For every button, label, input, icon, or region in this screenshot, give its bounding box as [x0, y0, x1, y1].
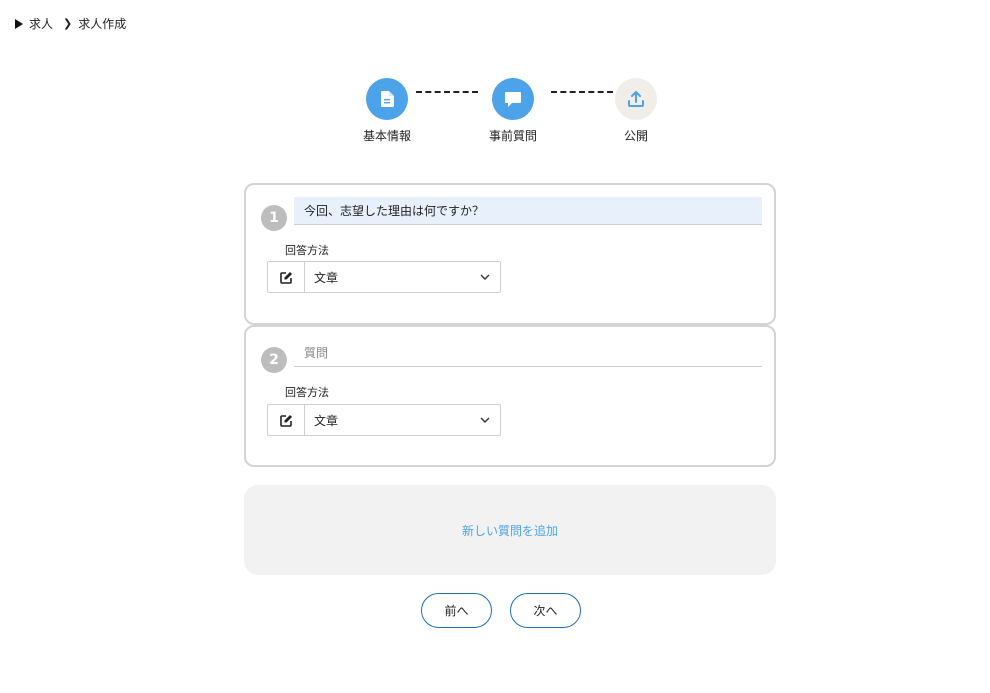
question-number-badge: 2	[261, 347, 287, 373]
step-circle	[366, 78, 408, 120]
progress-stepper: 基本情報 事前質問 公開	[0, 78, 990, 148]
answer-method-value: 文章	[314, 270, 339, 285]
next-button[interactable]: 次へ	[510, 593, 581, 628]
step-circle	[615, 78, 657, 120]
answer-method-select[interactable]: 文章	[267, 261, 501, 293]
step-publish[interactable]: 公開	[591, 78, 681, 144]
chevron-down-icon	[470, 405, 500, 435]
question-text-input[interactable]: 質問	[294, 339, 762, 367]
add-question-button[interactable]: 新しい質問を追加	[244, 485, 776, 575]
answer-method-label: 回答方法	[285, 244, 329, 257]
step-label: 基本情報	[362, 129, 411, 143]
answer-method-value: 文章	[314, 413, 339, 428]
step-label: 公開	[623, 129, 648, 143]
upload-icon	[628, 91, 644, 107]
edit-icon-box	[268, 405, 305, 435]
chevron-right-icon: ❯	[63, 17, 73, 30]
breadcrumb-current: 求人作成	[78, 17, 127, 31]
speech-bubble-icon	[505, 91, 521, 107]
edit-icon-box	[268, 262, 305, 292]
question-card-1: 1 今回、志望した理由は何ですか？ 回答方法 文章	[244, 183, 776, 325]
breadcrumb: 求人 ❯ 求人作成	[15, 15, 126, 32]
chevron-down-icon	[470, 262, 500, 292]
answer-method-select[interactable]: 文章	[267, 404, 501, 436]
question-number-badge: 1	[261, 205, 287, 231]
step-pre-questions[interactable]: 事前質問	[468, 78, 558, 144]
document-icon	[381, 91, 394, 107]
question-card-2: 2 質問 回答方法 文章	[244, 325, 776, 467]
step-basic-info[interactable]: 基本情報	[342, 78, 432, 144]
answer-method-label: 回答方法	[285, 386, 329, 399]
edit-icon	[279, 414, 292, 427]
play-triangle-icon	[15, 18, 23, 29]
prev-button[interactable]: 前へ	[421, 593, 492, 628]
step-circle	[492, 78, 534, 120]
question-text-input[interactable]: 今回、志望した理由は何ですか？	[294, 197, 762, 225]
edit-icon	[279, 271, 292, 284]
step-label: 事前質問	[488, 129, 537, 143]
breadcrumb-root-link[interactable]: 求人	[29, 15, 53, 32]
